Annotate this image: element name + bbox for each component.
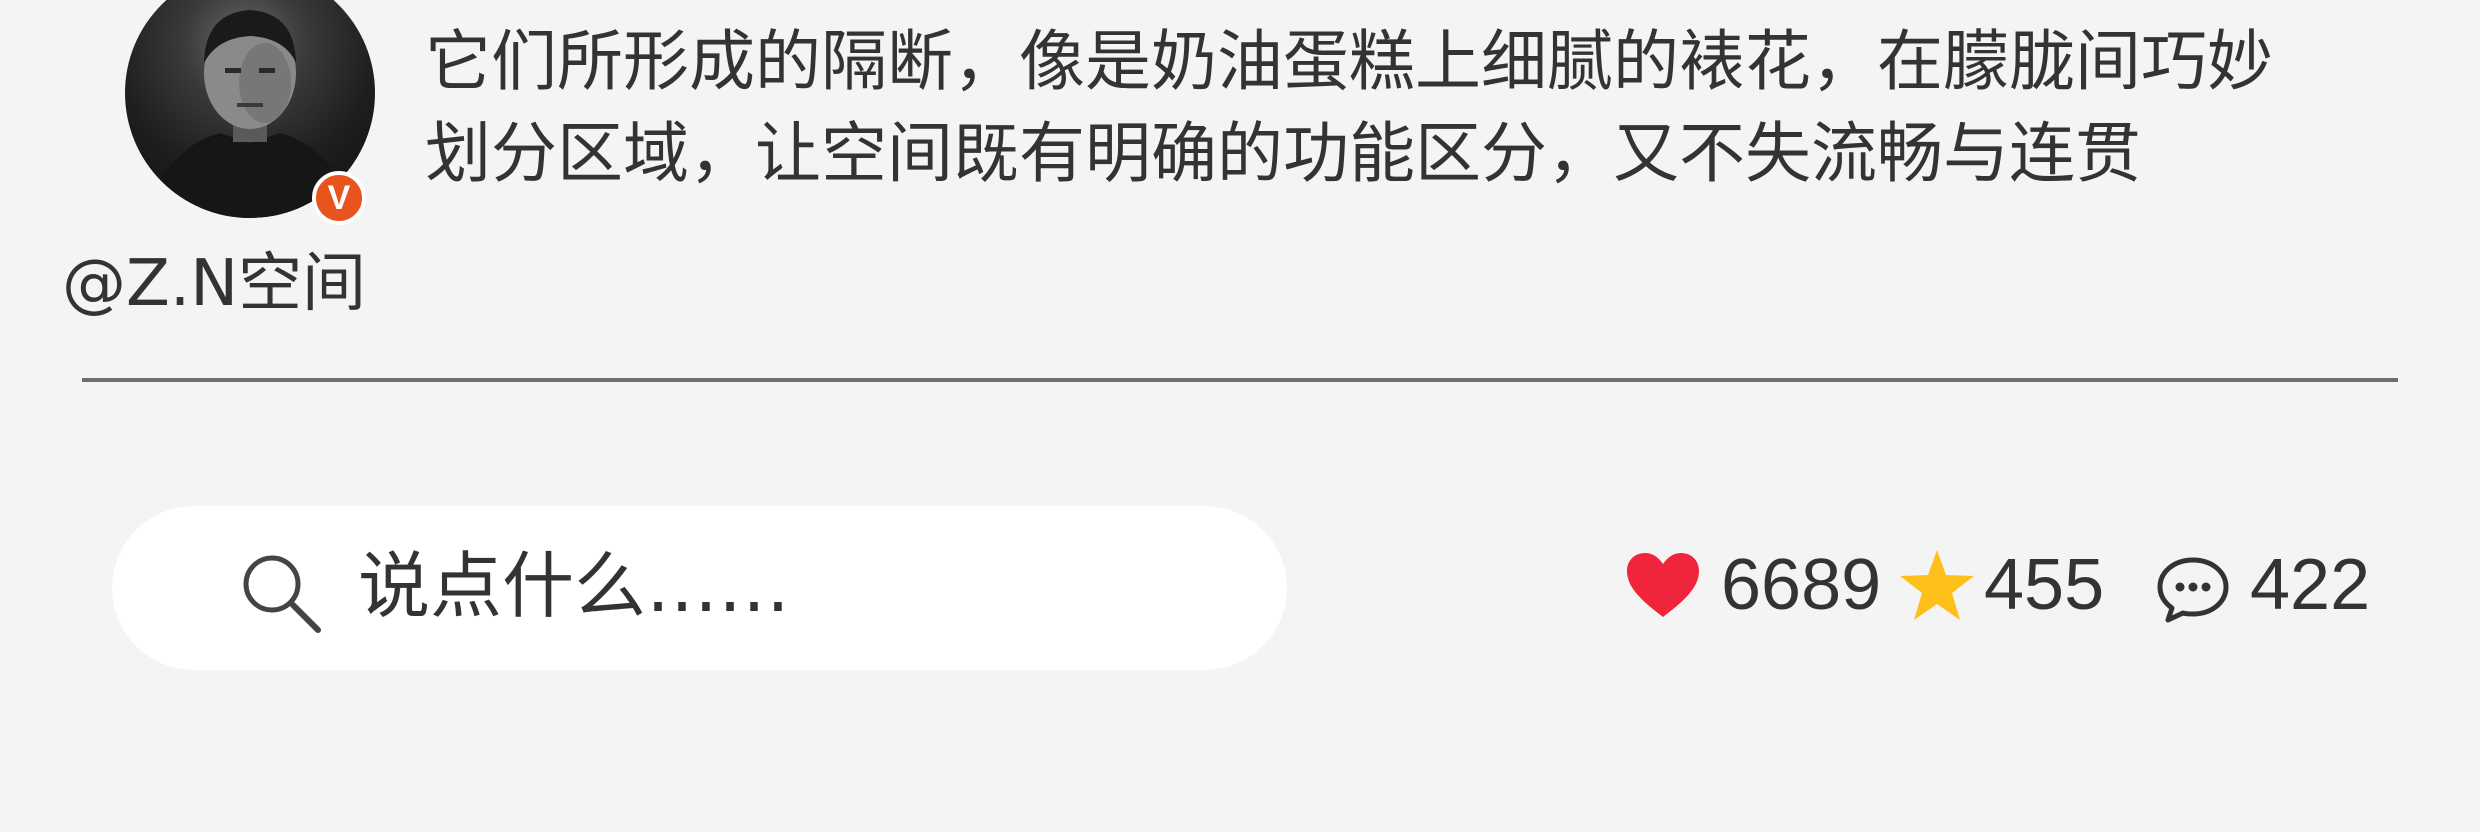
favorite-button[interactable]: 455 xyxy=(1898,540,2104,630)
post-description-line: 它们所形成的隔断，像是奶油蛋糕上细腻的裱花，在朦胧间巧妙 xyxy=(425,23,2273,100)
comment-count: 422 xyxy=(2250,545,2371,625)
heart-icon xyxy=(1627,553,1699,617)
post-description-line: 划分区域，让空间既有明确的功能区分，又不失流畅与连贯 xyxy=(425,115,2141,192)
comment-bubble-icon xyxy=(2157,557,2229,623)
verified-badge: V xyxy=(312,171,366,225)
favorite-count: 455 xyxy=(1984,545,2105,625)
like-count: 6689 xyxy=(1721,545,1882,625)
search-icon xyxy=(236,548,324,636)
comment-page: V @Z.N空间 它们所形成的隔断，像是奶油蛋糕上细腻的裱花，在朦胧间巧妙 划分… xyxy=(0,0,2480,832)
post-description: 它们所形成的隔断，像是奶油蛋糕上细腻的裱花，在朦胧间巧妙 划分区域，让空间既有明… xyxy=(425,16,2425,200)
comment-input-placeholder[interactable]: 说点什么…… xyxy=(358,541,790,631)
divider xyxy=(82,378,2398,382)
star-icon xyxy=(1900,550,1974,620)
comment-button[interactable]: 422 xyxy=(2156,540,2370,630)
author-username[interactable]: @Z.N空间 xyxy=(62,244,366,324)
like-button[interactable]: 6689 xyxy=(1625,540,1881,630)
